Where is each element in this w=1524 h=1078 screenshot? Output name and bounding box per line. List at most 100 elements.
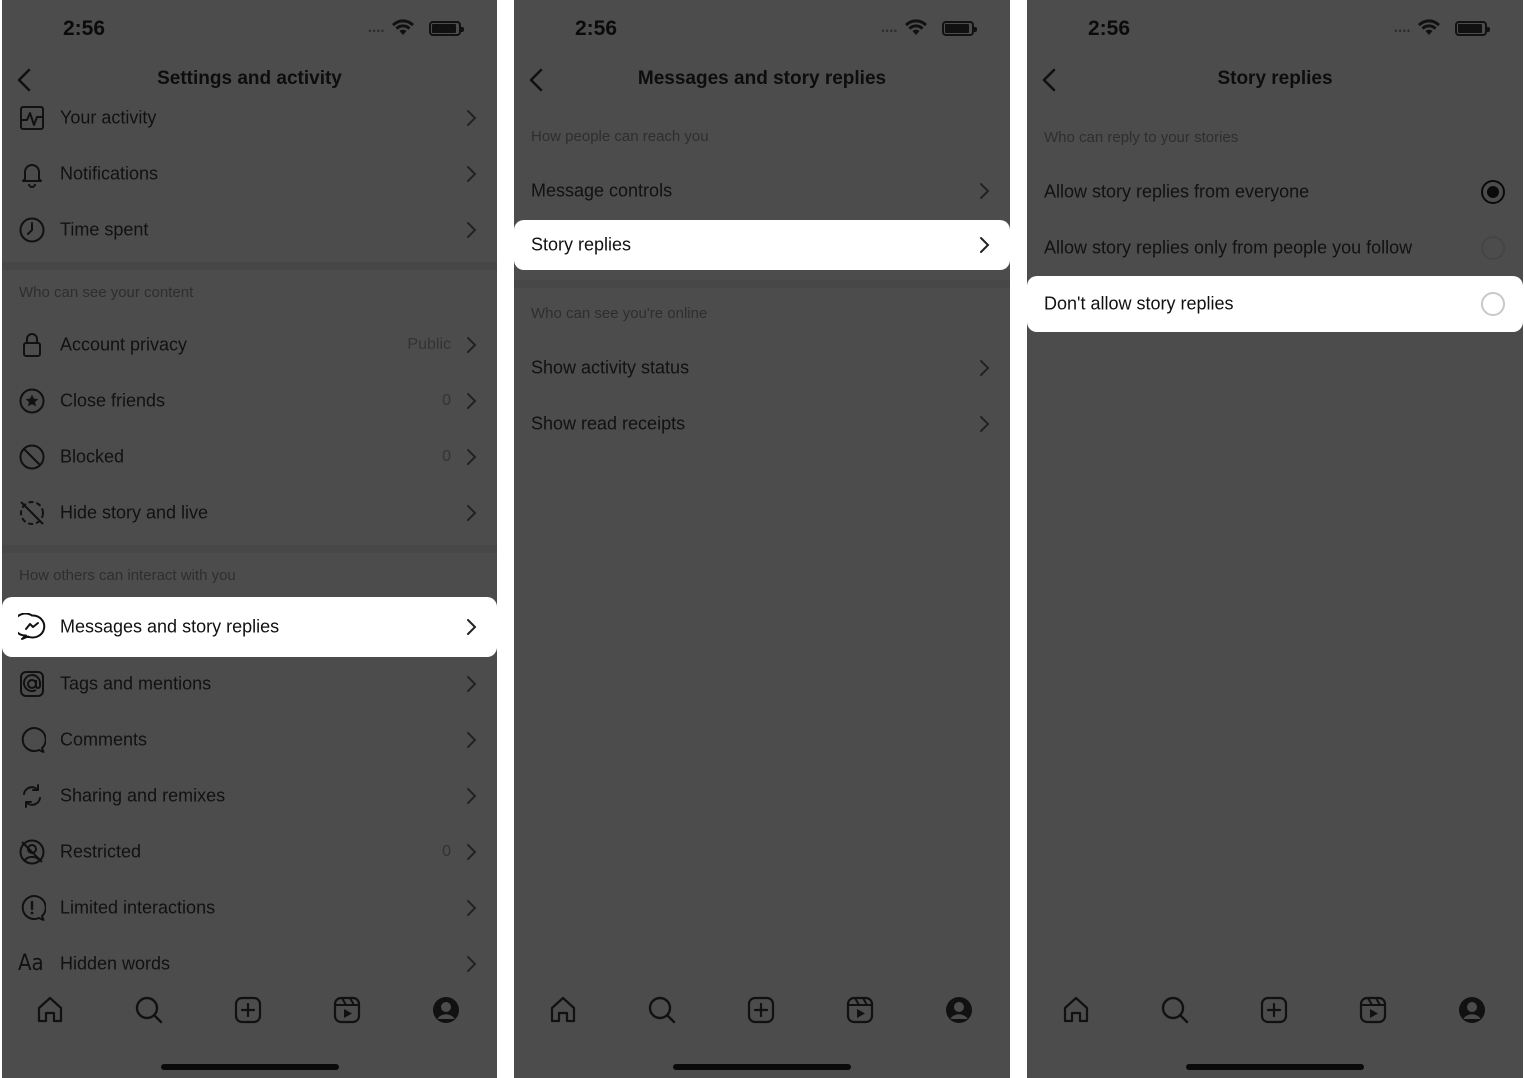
settings-row-messages-and-story-replies[interactable]: Messages and story replies bbox=[2, 597, 497, 657]
profile-icon[interactable] bbox=[943, 994, 975, 1026]
restricted-icon bbox=[19, 839, 45, 865]
status-time: 2:56 bbox=[575, 17, 618, 40]
settings-row-hide-story[interactable]: Hide story and live bbox=[2, 485, 497, 541]
settings-row-restricted[interactable]: Restricted 0 bbox=[2, 824, 497, 880]
text-aa-icon: Aa bbox=[18, 951, 44, 976]
signal-dots: •••• bbox=[881, 26, 898, 36]
activity-icon bbox=[20, 106, 44, 130]
status-time: 2:56 bbox=[63, 17, 106, 40]
radio-selected[interactable] bbox=[1481, 180, 1505, 204]
row-label: Time spent bbox=[60, 219, 149, 240]
chevron-right-icon bbox=[467, 505, 477, 521]
reels-icon[interactable] bbox=[1357, 994, 1389, 1026]
section-header-reach: How people can reach you bbox=[531, 128, 709, 145]
create-icon[interactable] bbox=[745, 994, 777, 1026]
radio-unselected[interactable] bbox=[1481, 236, 1505, 260]
chevron-right-icon bbox=[980, 360, 990, 376]
messages-and-story-replies-screen: 2:56 •••• Messages and story replies How… bbox=[514, 0, 1010, 1078]
profile-icon[interactable] bbox=[1456, 994, 1488, 1026]
tab-bar bbox=[514, 990, 1010, 1030]
row-label: Tags and mentions bbox=[60, 673, 212, 694]
row-label: Blocked bbox=[60, 446, 125, 467]
blocked-icon bbox=[19, 444, 45, 470]
battery-icon bbox=[429, 21, 464, 36]
create-icon[interactable] bbox=[232, 994, 264, 1026]
lock-icon bbox=[23, 333, 41, 357]
settings-row-your-activity[interactable]: Your activity bbox=[2, 90, 497, 146]
row-story-replies[interactable]: Story replies bbox=[514, 220, 1010, 270]
row-label: Messages and story replies bbox=[60, 616, 280, 637]
settings-row-account-privacy[interactable]: Account privacy Public bbox=[2, 317, 497, 373]
home-indicator bbox=[673, 1064, 851, 1070]
search-icon[interactable] bbox=[133, 994, 165, 1026]
chevron-right-icon bbox=[980, 183, 990, 199]
home-icon[interactable] bbox=[1060, 994, 1092, 1026]
clock-icon bbox=[19, 217, 45, 243]
page-title: Messages and story replies bbox=[637, 68, 887, 89]
settings-row-hidden-words[interactable]: Aa Hidden words bbox=[2, 936, 497, 992]
battery-icon bbox=[942, 21, 977, 36]
search-icon[interactable] bbox=[1159, 994, 1191, 1026]
home-icon[interactable] bbox=[34, 994, 66, 1026]
chevron-right-icon bbox=[467, 393, 477, 409]
page-title: Story replies bbox=[1217, 68, 1333, 89]
row-show-read-receipts[interactable]: Show read receipts bbox=[514, 396, 1010, 452]
section-header-content: Who can see your content bbox=[19, 284, 194, 301]
wifi-icon bbox=[905, 19, 927, 35]
row-label: Close friends bbox=[60, 390, 166, 411]
row-message-controls[interactable]: Message controls bbox=[514, 163, 1010, 219]
section-header-online: Who can see you're online bbox=[531, 305, 708, 322]
home-indicator bbox=[1186, 1064, 1364, 1070]
row-label: Comments bbox=[60, 729, 148, 750]
row-label: Story replies bbox=[531, 234, 632, 255]
tab-bar bbox=[2, 990, 497, 1030]
row-show-activity-status[interactable]: Show activity status bbox=[514, 340, 1010, 396]
chevron-right-icon bbox=[467, 222, 477, 238]
reels-icon[interactable] bbox=[844, 994, 876, 1026]
page-title: Settings and activity bbox=[157, 68, 342, 89]
home-icon[interactable] bbox=[547, 994, 579, 1026]
settings-row-sharing-and-remixes[interactable]: Sharing and remixes bbox=[2, 768, 497, 824]
settings-row-comments[interactable]: Comments bbox=[2, 712, 497, 768]
tab-bar bbox=[1027, 990, 1523, 1030]
chevron-right-icon bbox=[467, 166, 477, 182]
chevron-right-icon bbox=[467, 732, 477, 748]
option-replies-everyone[interactable]: Allow story replies from everyone bbox=[1027, 164, 1523, 220]
wifi-icon bbox=[392, 19, 414, 35]
hide-story-icon bbox=[20, 501, 44, 525]
chevron-right-icon bbox=[467, 900, 477, 916]
profile-icon[interactable] bbox=[430, 994, 462, 1026]
row-value: 0 bbox=[442, 448, 451, 465]
option-label: Don't allow story replies bbox=[1044, 293, 1234, 314]
row-label: Restricted bbox=[60, 841, 142, 862]
settings-row-close-friends[interactable]: Close friends 0 bbox=[2, 373, 497, 429]
search-icon[interactable] bbox=[646, 994, 678, 1026]
settings-row-limited-interactions[interactable]: Limited interactions bbox=[2, 880, 497, 936]
option-replies-followed[interactable]: Allow story replies only from people you… bbox=[1027, 220, 1523, 276]
settings-row-tags-and-mentions[interactable]: Tags and mentions bbox=[2, 656, 497, 712]
reels-icon[interactable] bbox=[331, 994, 363, 1026]
settings-row-blocked[interactable]: Blocked 0 bbox=[2, 429, 497, 485]
create-icon[interactable] bbox=[1258, 994, 1290, 1026]
chevron-right-icon bbox=[980, 237, 990, 253]
settings-row-time-spent[interactable]: Time spent bbox=[2, 202, 497, 258]
home-indicator bbox=[160, 1064, 339, 1070]
radio-unselected[interactable] bbox=[1481, 292, 1505, 316]
bell-icon bbox=[22, 164, 42, 188]
star-circle-icon bbox=[19, 388, 45, 414]
story-replies-screen: 2:56 •••• Story replies Who can reply to… bbox=[1027, 0, 1523, 1078]
signal-dots: •••• bbox=[368, 26, 385, 36]
chevron-right-icon bbox=[467, 110, 477, 126]
option-label: Allow story replies from everyone bbox=[1044, 181, 1310, 202]
settings-row-notifications[interactable]: Notifications bbox=[2, 146, 497, 202]
row-value: Public bbox=[407, 336, 451, 353]
chevron-right-icon bbox=[467, 337, 477, 353]
row-label: Message controls bbox=[531, 180, 673, 201]
row-label: Show read receipts bbox=[531, 413, 686, 434]
option-label: Allow story replies only from people you… bbox=[1044, 237, 1413, 258]
signal-dots: •••• bbox=[1394, 26, 1411, 36]
section-header-reply: Who can reply to your stories bbox=[1044, 129, 1239, 146]
option-no-replies[interactable]: Don't allow story replies bbox=[1027, 276, 1523, 332]
chevron-right-icon bbox=[467, 619, 477, 635]
chevron-right-icon bbox=[980, 416, 990, 432]
